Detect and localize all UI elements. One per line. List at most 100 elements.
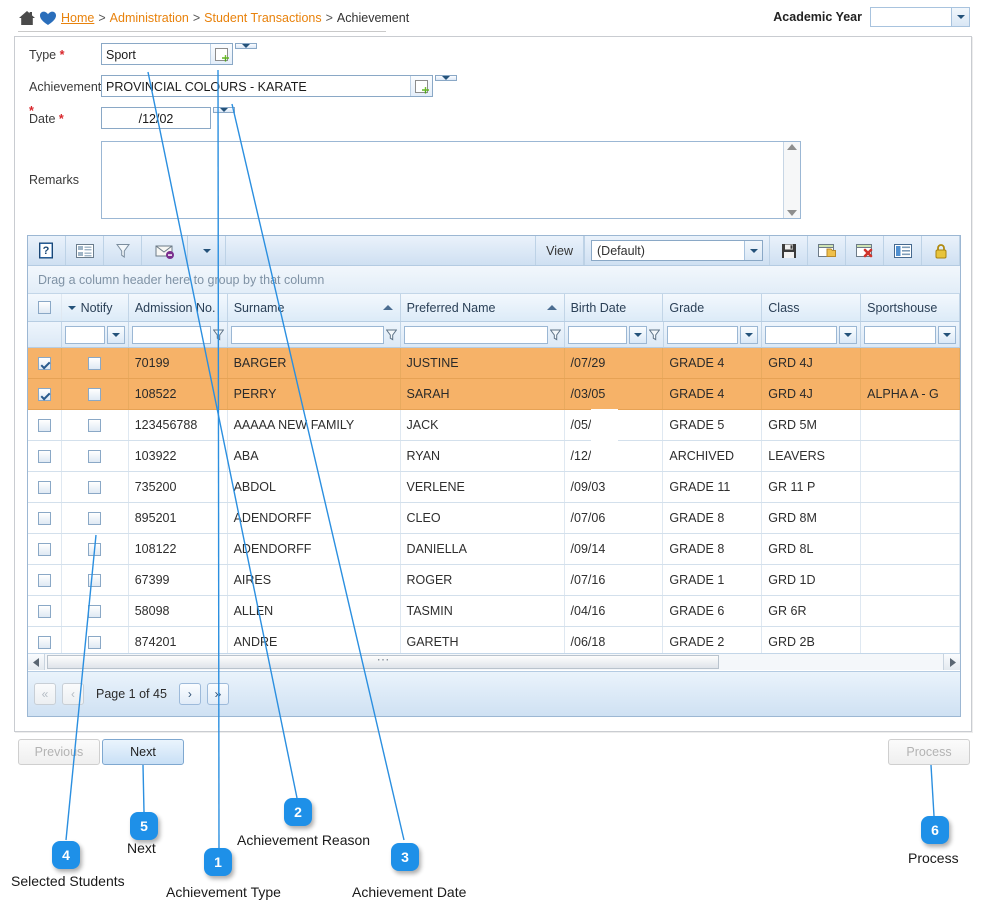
email-export-icon[interactable] [142, 236, 188, 265]
grid-properties-icon[interactable] [884, 236, 922, 265]
chevron-down-icon[interactable] [951, 8, 969, 26]
row-select-checkbox[interactable] [37, 356, 51, 370]
achievement-dropdown-button[interactable] [435, 75, 457, 81]
row-select[interactable] [28, 503, 62, 533]
next-page-button[interactable]: › [178, 683, 201, 705]
scroll-left-icon[interactable] [28, 654, 45, 670]
row-notify[interactable] [62, 503, 129, 533]
table-row[interactable]: 70199 BARGER JUSTINE/07/29 GRADE 4 GRD 4J [28, 348, 961, 379]
row-notify-checkbox[interactable] [88, 449, 102, 463]
column-header-surname[interactable]: Surname [228, 294, 401, 321]
column-header-preferred-name[interactable]: Preferred Name [401, 294, 565, 321]
help-book-icon[interactable]: ? [28, 236, 66, 265]
filter-cell-birth-date[interactable] [565, 322, 664, 347]
page-add-icon[interactable] [410, 76, 432, 96]
last-page-button[interactable]: » [206, 683, 229, 705]
table-row[interactable]: 108122 ADENDORFF DANIELLA/09/14 GRADE 8 GRD … [28, 534, 961, 565]
row-notify[interactable] [62, 441, 129, 471]
group-panel-hint[interactable]: Drag a column header here to group by th… [28, 266, 960, 294]
table-row[interactable]: 58098 ALLEN TASMIN/04/16 GRADE 6 GR 6R [28, 596, 961, 627]
row-notify[interactable] [62, 348, 129, 378]
table-row[interactable]: 67399 AIRES ROGER/07/16 GRADE 1 GRD 1D [28, 565, 961, 596]
grid-horizontal-scrollbar[interactable] [28, 653, 960, 670]
row-select[interactable] [28, 596, 62, 626]
scroll-up-icon[interactable] [787, 144, 797, 150]
breadcrumb-item-administration[interactable]: Administration [110, 11, 189, 25]
view-select[interactable]: (Default) [591, 240, 763, 261]
delete-view-icon[interactable] [846, 236, 884, 265]
row-select-checkbox[interactable] [37, 542, 51, 556]
row-notify[interactable] [62, 472, 129, 502]
chevron-down-icon[interactable] [744, 241, 762, 260]
funnel-filter-icon[interactable] [104, 236, 142, 265]
type-input[interactable]: Sport [101, 43, 233, 65]
table-row[interactable]: 123456788 AAAAA NEW FAMILY JACK/05/27 GRADE… [28, 410, 961, 441]
row-select[interactable] [28, 379, 62, 409]
next-button[interactable]: Next [102, 739, 184, 765]
column-header-birth-date[interactable]: Birth Date [565, 294, 664, 321]
breadcrumb-item-student-transactions[interactable]: Student Transactions [204, 11, 321, 25]
row-notify-checkbox[interactable] [88, 356, 102, 370]
row-select-checkbox[interactable] [37, 604, 51, 618]
card-layout-icon[interactable] [66, 236, 104, 265]
row-notify[interactable] [62, 379, 129, 409]
filter-cell-sportshouse[interactable] [861, 322, 961, 347]
table-row[interactable]: 895201 ADENDORFF CLEO/07/06 GRADE 8 GRD 8M [28, 503, 961, 534]
row-select[interactable] [28, 534, 62, 564]
padlock-icon[interactable] [922, 236, 960, 265]
row-notify-checkbox[interactable] [88, 573, 102, 587]
row-select-checkbox[interactable] [37, 635, 51, 649]
filter-cell-preferred-name[interactable] [401, 322, 565, 347]
row-notify-checkbox[interactable] [88, 480, 102, 494]
column-header-notify[interactable]: Notify [62, 294, 129, 321]
breadcrumb-item-home[interactable]: Home [61, 11, 94, 25]
type-dropdown-button[interactable] [235, 43, 257, 49]
scroll-down-icon[interactable] [787, 210, 797, 216]
row-notify[interactable] [62, 534, 129, 564]
column-header-grade[interactable]: Grade [663, 294, 763, 321]
remarks-textarea[interactable] [101, 141, 801, 219]
row-select-checkbox[interactable] [37, 573, 51, 587]
academic-year-select[interactable] [870, 7, 970, 27]
filter-cell-grade[interactable] [664, 322, 763, 347]
table-row[interactable]: 735200 ABDOL VERLENE/09/03 GRADE 11 GR 11 P [28, 472, 961, 503]
column-header-sportshouse[interactable]: Sportshouse [861, 294, 960, 321]
remarks-value[interactable] [102, 142, 783, 218]
filter-cell-admission-no[interactable] [129, 322, 228, 347]
row-notify-checkbox[interactable] [88, 387, 102, 401]
filter-cell-class[interactable] [762, 322, 862, 347]
floppy-save-icon[interactable] [770, 236, 808, 265]
column-header-class[interactable]: Class [762, 294, 862, 321]
row-select[interactable] [28, 565, 62, 595]
row-notify-checkbox[interactable] [88, 511, 102, 525]
row-notify[interactable] [62, 410, 129, 440]
scrollbar-track[interactable] [45, 654, 943, 670]
row-notify-checkbox[interactable] [88, 542, 102, 556]
page-add-icon[interactable] [210, 44, 232, 64]
heart-icon[interactable] [39, 10, 57, 26]
row-notify-checkbox[interactable] [88, 418, 102, 432]
row-select-checkbox[interactable] [37, 387, 51, 401]
email-dropdown-button[interactable] [188, 236, 226, 265]
scroll-right-icon[interactable] [943, 654, 960, 670]
select-all-checkbox[interactable] [37, 301, 51, 314]
row-select[interactable] [28, 441, 62, 471]
row-select-checkbox[interactable] [37, 449, 51, 463]
achievement-input[interactable]: PROVINCIAL COLOURS - KARATE [101, 75, 433, 97]
row-select[interactable] [28, 348, 62, 378]
row-select[interactable] [28, 410, 62, 440]
filter-cell-surname[interactable] [228, 322, 401, 347]
date-input[interactable]: /12/02 [101, 107, 211, 129]
row-select-checkbox[interactable] [37, 511, 51, 525]
row-notify[interactable] [62, 596, 129, 626]
row-select-checkbox[interactable] [37, 480, 51, 494]
scrollbar-thumb[interactable] [47, 655, 719, 669]
save-as-view-icon[interactable] [808, 236, 846, 265]
row-select[interactable] [28, 472, 62, 502]
column-header-admission-no[interactable]: Admission No. [129, 294, 228, 321]
filter-cell-notify[interactable] [62, 322, 129, 347]
row-notify-checkbox[interactable] [88, 604, 102, 618]
date-picker-button[interactable] [213, 107, 235, 113]
column-menu-icon[interactable] [67, 305, 76, 310]
table-row[interactable]: 108522 PERRY SARAH/03/05 GRADE 4 GRD 4J ALPHA… [28, 379, 961, 410]
